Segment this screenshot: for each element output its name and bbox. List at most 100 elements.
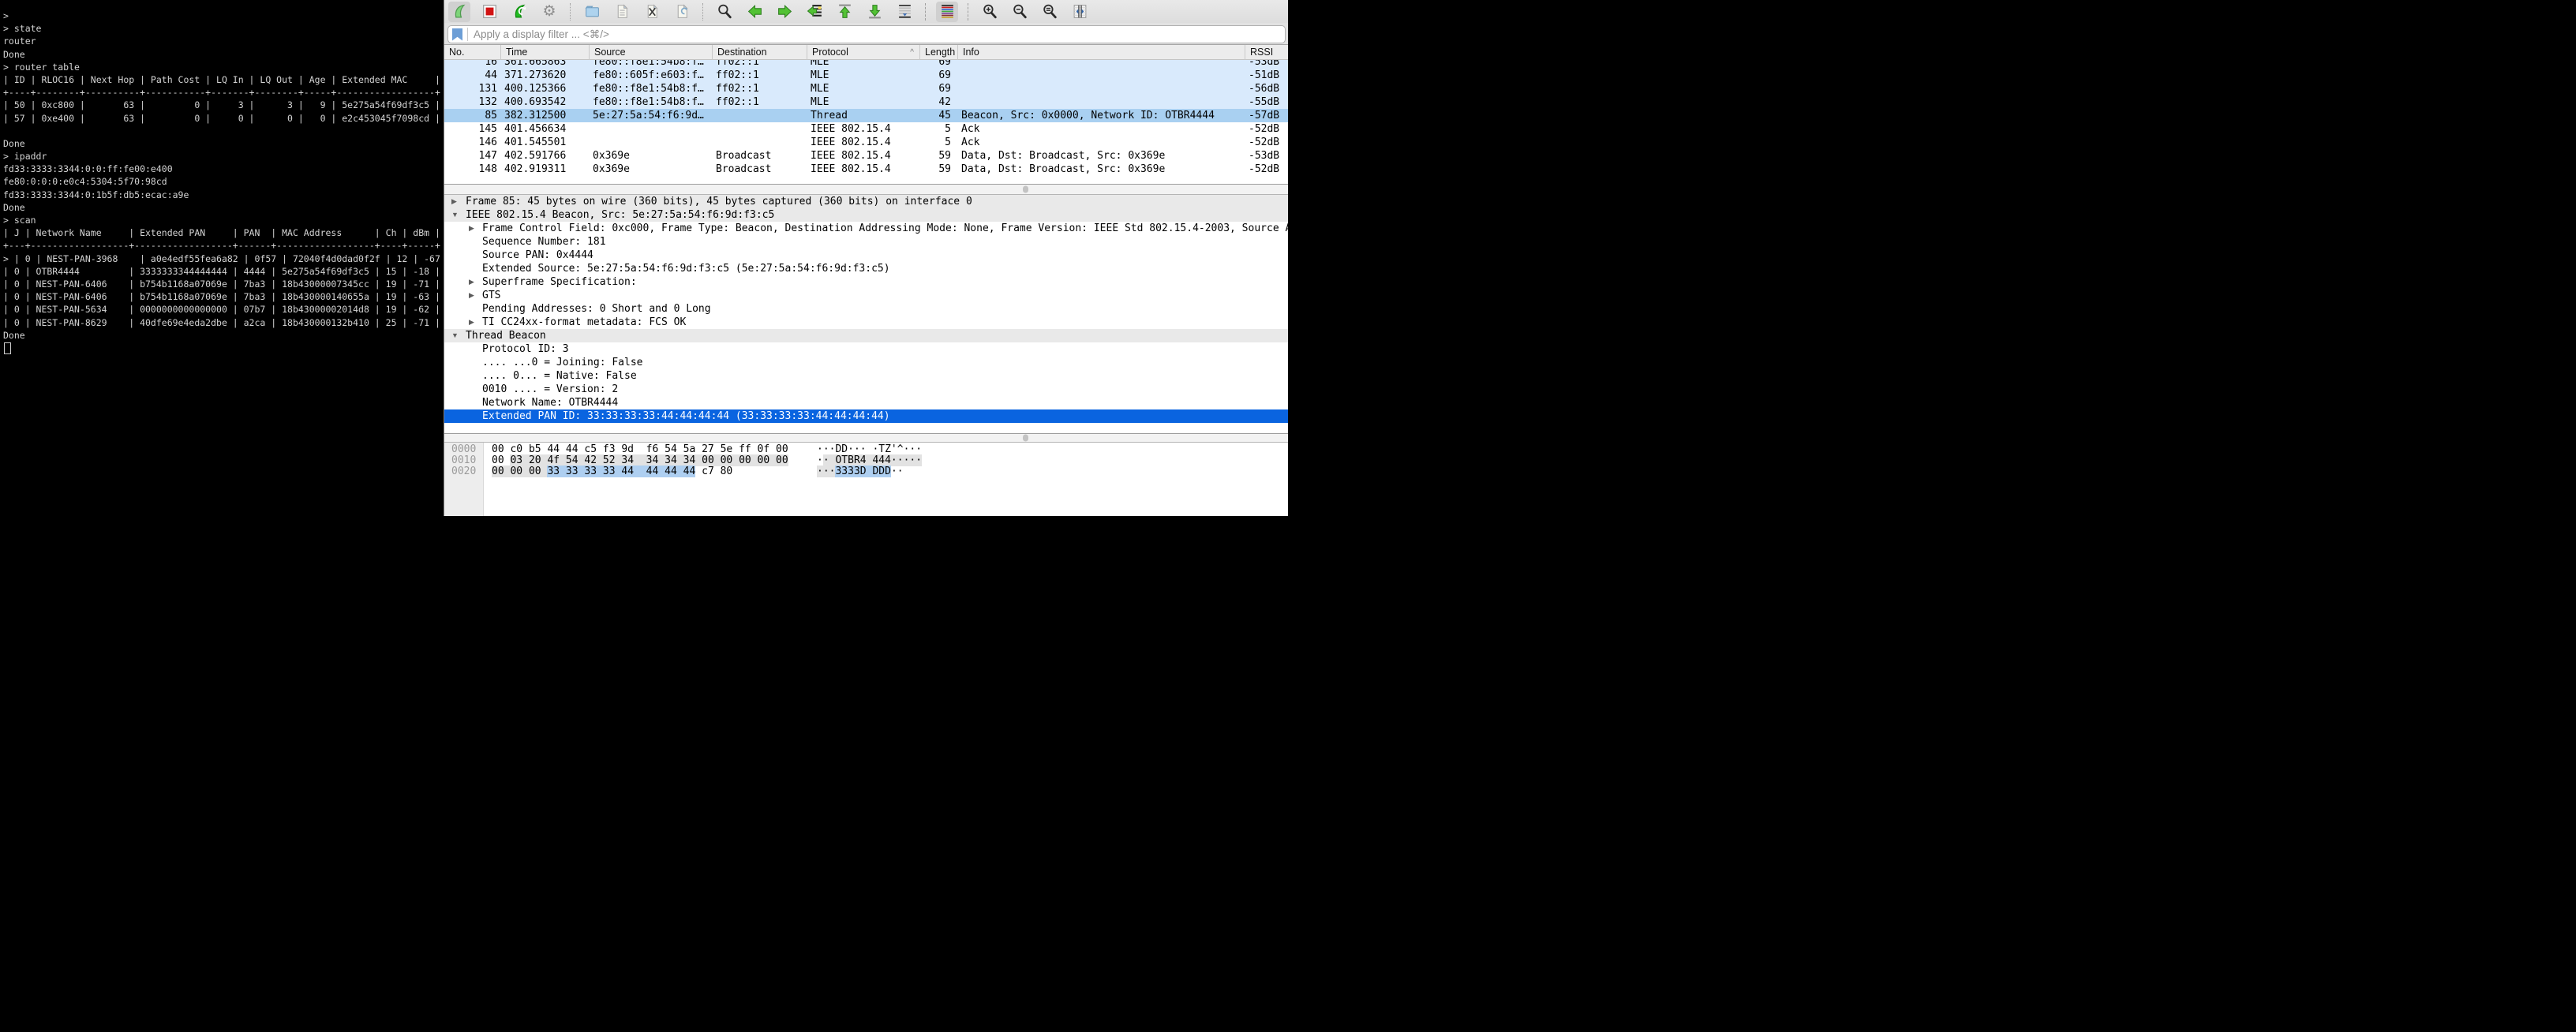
packet-cell-source: fe80::f8e1:54b8:f…: [589, 95, 712, 109]
display-filter-input[interactable]: Apply a display filter ... <⌘/>: [447, 25, 1286, 43]
detail-row[interactable]: ▶Frame 85: 45 bytes on wire (360 bits), …: [444, 195, 1288, 208]
column-header-rssi[interactable]: RSSI: [1245, 45, 1288, 60]
hex-offset: 0020: [451, 466, 476, 477]
toolbar-separator: [702, 3, 704, 21]
bookmark-icon[interactable]: [452, 28, 462, 41]
go-to-packet-button[interactable]: [803, 2, 826, 22]
close-file-button[interactable]: [641, 2, 663, 22]
packet-cell-protocol: IEEE 802.15.4: [807, 136, 919, 149]
hex-byte-segment[interactable]: 33 33 33 33 44 44 44 44: [547, 466, 695, 477]
detail-row[interactable]: ▶GTS: [444, 289, 1288, 302]
terminal-cursor[interactable]: [4, 342, 11, 354]
packet-row[interactable]: 147402.5917660x369eBroadcastIEEE 802.15.…: [444, 149, 1288, 163]
hex-byte-segment[interactable]: 00: [492, 454, 510, 466]
ascii-segment[interactable]: 3333D DDD: [835, 466, 890, 477]
packet-row[interactable]: 44371.273620fe80::605f:e603:f…ff02::1MLE…: [444, 69, 1288, 82]
expander-right-icon[interactable]: ▶: [469, 275, 474, 289]
go-forward-button[interactable]: [773, 2, 796, 22]
packet-row[interactable]: 146401.545501IEEE 802.15.45Ack-52dB: [444, 136, 1288, 149]
column-header-protocol[interactable]: Protocol^: [807, 45, 919, 60]
save-file-button[interactable]: [611, 2, 633, 22]
hex-byte-segment[interactable]: 00 c0 b5 44 44 c5 f3 9d f6 54 5a 27 5e f…: [492, 443, 788, 455]
packet-cell-length: 69: [919, 69, 957, 82]
packet-row[interactable]: 145401.456634IEEE 802.15.45Ack-52dB: [444, 122, 1288, 136]
packet-cell-source: fe80::f8e1:54b8:f…: [589, 60, 712, 69]
restart-capture-button[interactable]: [508, 2, 530, 22]
packet-row[interactable]: 148402.9193110x369eBroadcastIEEE 802.15.…: [444, 163, 1288, 176]
detail-row[interactable]: ▼Thread Beacon: [444, 329, 1288, 342]
expander-down-icon[interactable]: ▼: [451, 208, 459, 222]
packet-row[interactable]: 16361.665863fe80::f8e1:54b8:f…ff02::1MLE…: [444, 60, 1288, 69]
packet-cell-source: 5e:27:5a:54:f6:9d…: [589, 109, 712, 122]
detail-row[interactable]: Pending Addresses: 0 Short and 0 Long: [444, 302, 1288, 316]
terminal-window[interactable]: >> staterouterDone> router table| ID | R…: [0, 0, 444, 516]
detail-row[interactable]: Network Name: OTBR4444: [444, 396, 1288, 409]
column-header-time[interactable]: Time: [500, 45, 589, 60]
detail-text: Frame Control Field: 0xc000, Frame Type:…: [482, 222, 1288, 235]
terminal-output: >> staterouterDone> router table| ID | R…: [3, 9, 444, 354]
detail-row[interactable]: .... ...0 = Joining: False: [444, 356, 1288, 369]
expander-right-icon[interactable]: ▶: [469, 289, 474, 302]
zoom-out-button[interactable]: [1009, 2, 1031, 22]
detail-row[interactable]: Extended PAN ID: 33:33:33:33:44:44:44:44…: [444, 409, 1288, 423]
column-header-source[interactable]: Source: [589, 45, 712, 60]
go-first-button[interactable]: [833, 2, 856, 22]
packet-cell-info: Ack: [957, 136, 1245, 149]
list-details-splitter[interactable]: [444, 184, 1288, 195]
find-packet-button[interactable]: [713, 2, 736, 22]
capture-options-button[interactable]: ⚙: [538, 2, 560, 22]
packet-cell-length: 59: [919, 149, 957, 163]
expander-right-icon[interactable]: ▶: [451, 195, 457, 208]
colorize-packets-button[interactable]: [936, 2, 958, 22]
ascii-segment[interactable]: · OTBR4 444·····: [823, 454, 922, 466]
hex-row[interactable]: 000000 c0 b5 44 44 c5 f3 9d f6 54 5a 27 …: [444, 444, 1288, 455]
column-header-label: Info: [963, 47, 979, 58]
zoom-in-button[interactable]: [979, 2, 1001, 22]
packet-cell-protocol: IEEE 802.15.4: [807, 149, 919, 163]
hex-byte-segment[interactable]: 00 00 00: [492, 466, 547, 477]
detail-row[interactable]: ▶ Frame Control Field: 0xc000, Frame Type…: [444, 222, 1288, 235]
details-hex-splitter[interactable]: [444, 433, 1288, 443]
ascii-segment[interactable]: ··: [891, 466, 904, 477]
detail-row[interactable]: ▼IEEE 802.15.4 Beacon, Src: 5e:27:5a:54:…: [444, 208, 1288, 222]
packet-row[interactable]: 85382.3125005e:27:5a:54:f6:9d…Thread45Be…: [444, 109, 1288, 122]
resize-columns-button[interactable]: [1069, 2, 1091, 22]
detail-row[interactable]: ▶TI CC24xx-format metadata: FCS OK: [444, 316, 1288, 329]
detail-row[interactable]: ▶Superframe Specification:: [444, 275, 1288, 289]
packet-row[interactable]: 132400.693542fe80::f8e1:54b8:f…ff02::1ML…: [444, 95, 1288, 109]
go-last-button[interactable]: [863, 2, 886, 22]
filter-placeholder: Apply a display filter ... <⌘/>: [468, 28, 609, 41]
hex-byte-segment[interactable]: 03 20 4f 54 42 52 34 34 34 34 00 00 00 0…: [510, 454, 788, 466]
detail-row[interactable]: Protocol ID: 3: [444, 342, 1288, 356]
detail-row[interactable]: Extended Source: 5e:27:5a:54:f6:9d:f3:c5…: [444, 262, 1288, 275]
zoom-original-button[interactable]: [1039, 2, 1061, 22]
zoom-original-icon: [1042, 3, 1058, 20]
start-capture-button[interactable]: [448, 2, 470, 22]
hex-row[interactable]: 001000 03 20 4f 54 42 52 34 34 34 34 00 …: [444, 455, 1288, 466]
open-file-button[interactable]: [581, 2, 603, 22]
ascii-segment[interactable]: ·: [817, 454, 823, 466]
column-header-no[interactable]: No.: [444, 45, 500, 60]
go-back-button[interactable]: [743, 2, 766, 22]
ascii-segment[interactable]: ···: [817, 466, 835, 477]
expander-right-icon[interactable]: ▶: [469, 222, 474, 235]
ascii-segment[interactable]: ···DD··· ·TZ'^···: [817, 443, 922, 455]
auto-scroll-button[interactable]: [893, 2, 915, 22]
hex-row[interactable]: 0020 00 00 00 33 33 33 33 44 44 44 44 c7 …: [444, 466, 1288, 477]
stop-capture-button[interactable]: [478, 2, 500, 22]
column-header-length[interactable]: Length: [919, 45, 957, 60]
column-header-label: Protocol: [812, 47, 848, 58]
terminal-line: fe80:0:0:0:e0c4:5304:5f70:98cd: [3, 175, 444, 188]
detail-row[interactable]: Source PAN: 0x4444: [444, 249, 1288, 262]
hex-byte-segment[interactable]: c7 80: [695, 466, 732, 477]
packet-row[interactable]: 131400.125366fe80::f8e1:54b8:f…ff02::1ML…: [444, 82, 1288, 95]
expander-down-icon[interactable]: ▼: [451, 329, 459, 342]
detail-row[interactable]: .... 0... = Native: False: [444, 369, 1288, 383]
reload-file-button[interactable]: [671, 2, 693, 22]
column-header-destination[interactable]: Destination: [712, 45, 807, 60]
detail-row[interactable]: Sequence Number: 181: [444, 235, 1288, 249]
column-header-info[interactable]: Info: [957, 45, 1245, 60]
packet-cell-protocol: MLE: [807, 82, 919, 95]
detail-row[interactable]: 0010 .... = Version: 2: [444, 383, 1288, 396]
expander-right-icon[interactable]: ▶: [469, 316, 474, 329]
